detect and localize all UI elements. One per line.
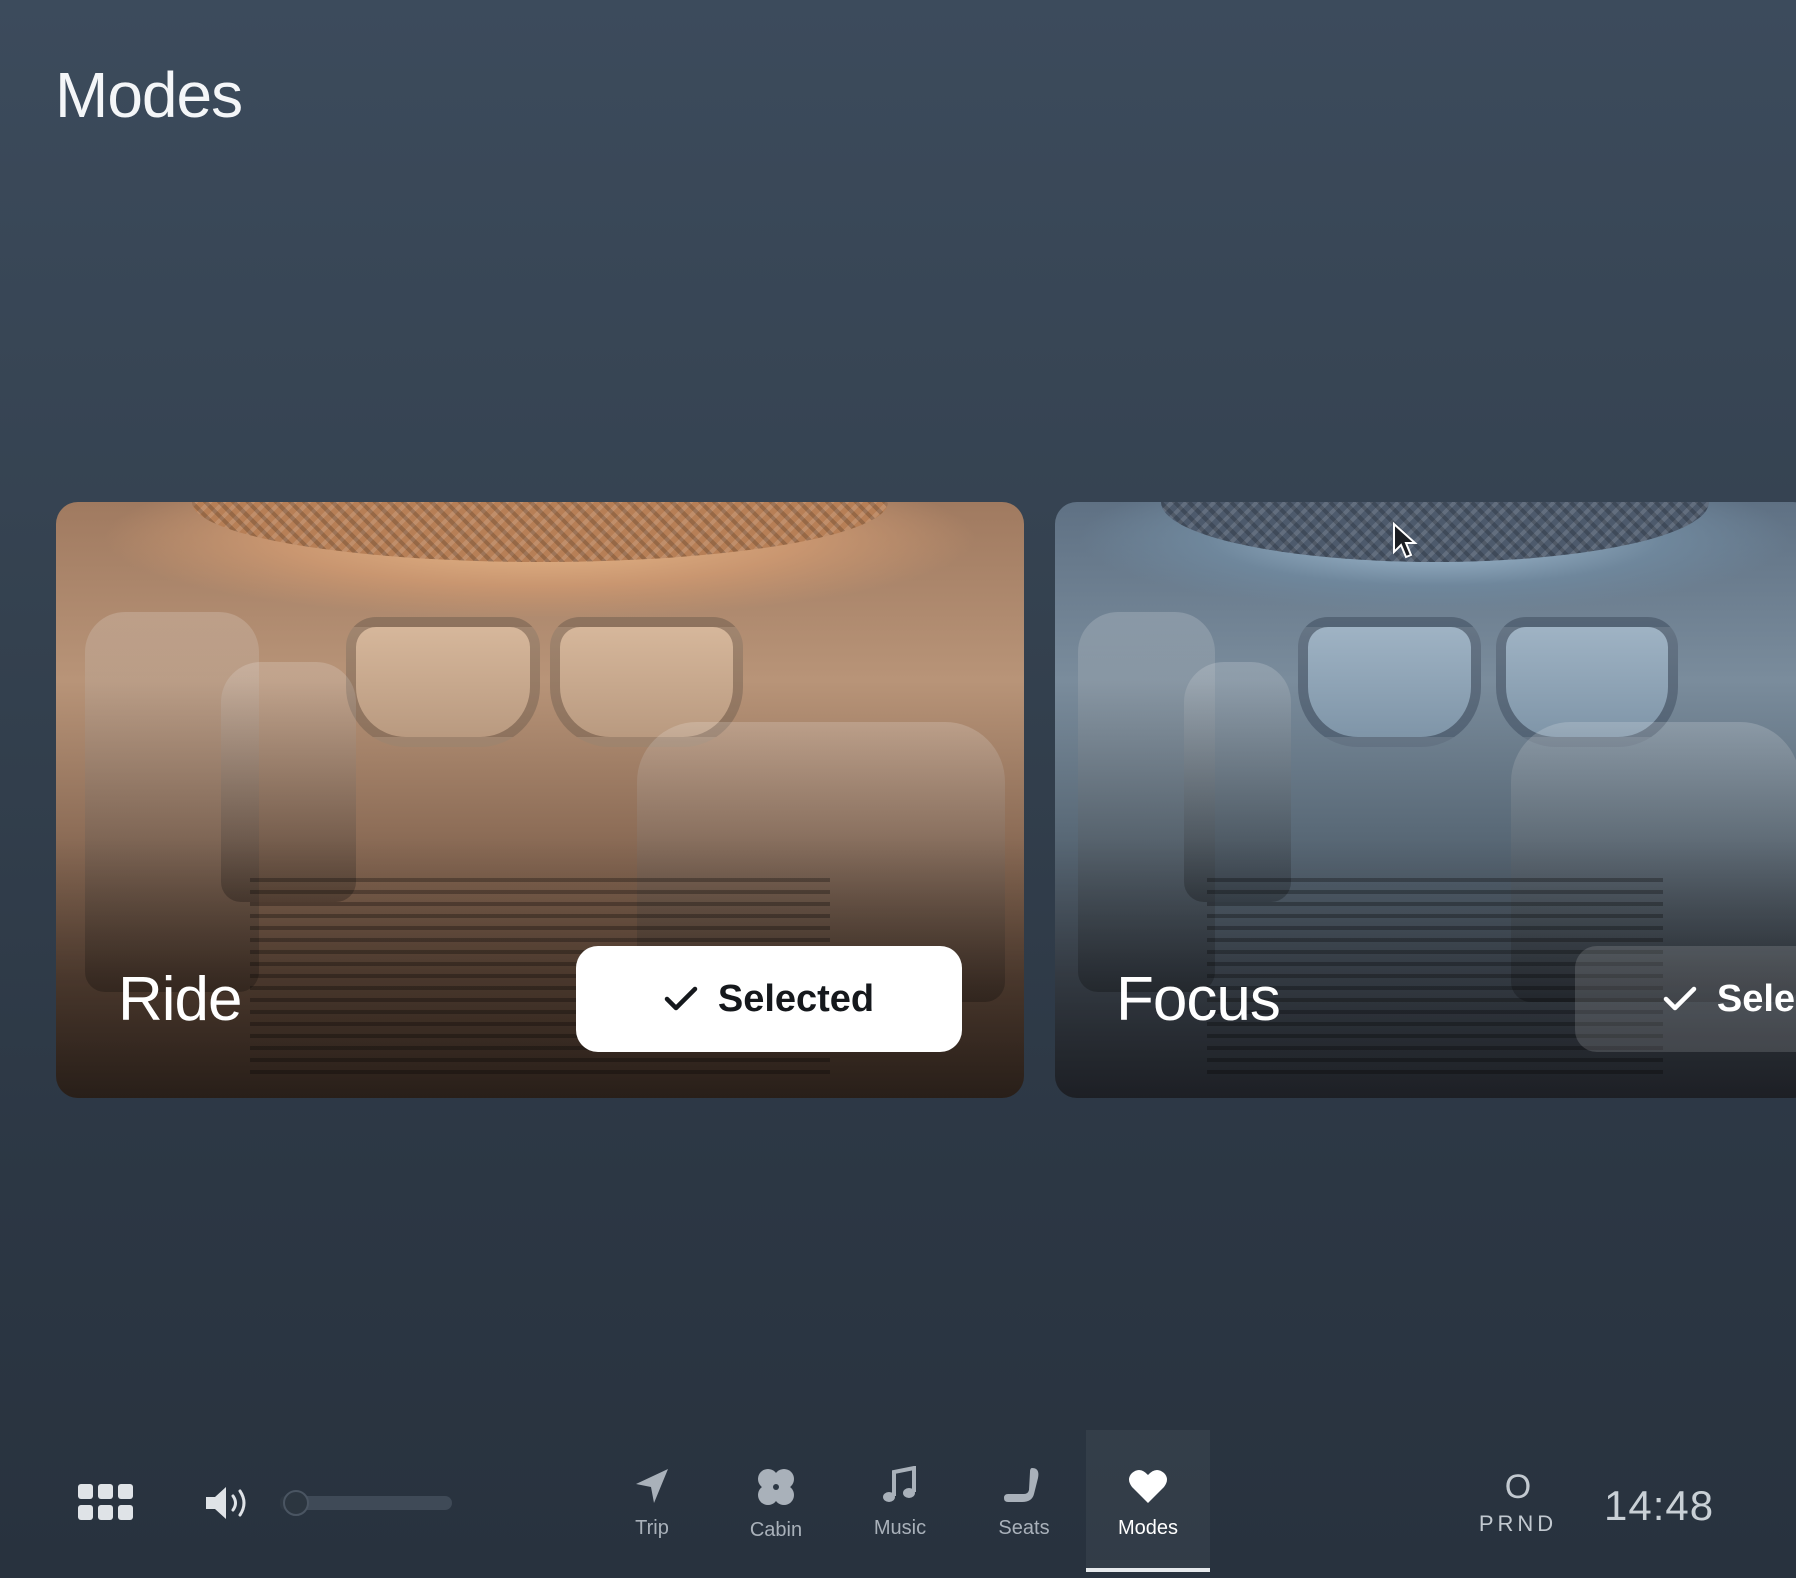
seat-icon (1002, 1466, 1046, 1511)
gear-selector[interactable]: O PRND (1470, 1468, 1566, 1537)
apps-grid-icon[interactable] (78, 1484, 134, 1527)
music-note-icon (880, 1465, 920, 1511)
volume-slider[interactable] (280, 1490, 452, 1516)
check-icon (664, 985, 698, 1013)
select-button-label: Selected (1716, 977, 1796, 1020)
mode-label: Ride (118, 965, 243, 1034)
mode-label: Focus (1116, 965, 1281, 1034)
cabin-window (1298, 617, 1481, 747)
nav-item-seats[interactable]: Seats (962, 1430, 1086, 1572)
fan-icon (755, 1466, 797, 1513)
mode-card-ride[interactable]: Ride Selected (56, 502, 1024, 1098)
page-title: Modes (55, 59, 243, 131)
nav-label: Seats (998, 1517, 1050, 1539)
selected-button-label: Selected (717, 977, 875, 1020)
volume-icon[interactable] (204, 1484, 254, 1527)
gear-current: O (1504, 1468, 1532, 1506)
mode-card-focus[interactable]: Focus Selected (1055, 502, 1796, 1098)
gear-label: PRND (1478, 1511, 1558, 1536)
nav-label: Trip (635, 1517, 669, 1539)
ceiling-light (191, 502, 889, 562)
bottom-nav: Trip Cabin Music Seats Modes (590, 1430, 1210, 1578)
modes-carousel[interactable]: Ride Selected Focus Selected (0, 502, 1796, 1098)
nav-label: Modes (1117, 1517, 1179, 1539)
nav-label: Cabin (749, 1519, 803, 1541)
select-button[interactable]: Selected (1575, 946, 1796, 1052)
volume-knob[interactable] (282, 1490, 309, 1516)
nav-item-music[interactable]: Music (838, 1430, 962, 1572)
nav-label: Music (873, 1517, 927, 1539)
heart-icon (1127, 1466, 1169, 1511)
ceiling-light (1161, 502, 1709, 562)
selected-button[interactable]: Selected (576, 946, 962, 1052)
cabin-window (346, 617, 540, 747)
nav-item-modes[interactable]: Modes (1086, 1430, 1210, 1572)
mouse-cursor-icon (1392, 521, 1418, 565)
clock: 14:48 (1604, 1482, 1715, 1529)
navigation-arrow-icon (632, 1466, 672, 1511)
bottom-bar: Trip Cabin Music Seats Modes O PRND 14:4… (0, 1430, 1796, 1578)
nav-item-cabin[interactable]: Cabin (714, 1430, 838, 1572)
nav-item-trip[interactable]: Trip (590, 1430, 714, 1572)
check-icon (1663, 985, 1697, 1013)
